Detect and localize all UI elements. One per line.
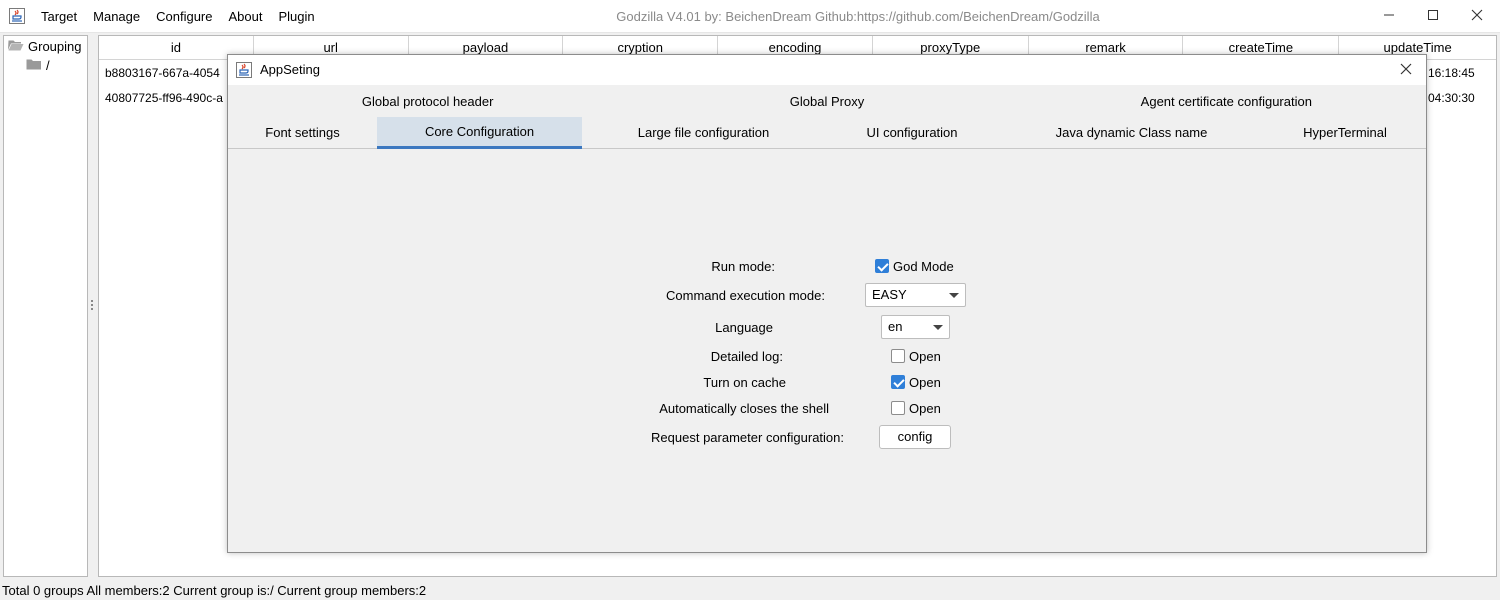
language-value: en xyxy=(888,319,903,334)
folder-icon xyxy=(26,58,42,73)
detailed-log-label: Detailed log: xyxy=(710,349,783,364)
command-execution-mode-select[interactable]: EASY xyxy=(865,283,966,307)
menu-configure[interactable]: Configure xyxy=(148,0,220,33)
close-icon xyxy=(1400,63,1412,78)
command-execution-mode-label: Command execution mode: xyxy=(666,288,825,303)
tab-row-1: Global protocol header Global Proxy Agen… xyxy=(228,86,1426,117)
tab-row-2: Font settings Core Configuration Large f… xyxy=(228,117,1426,149)
request-parameter-configuration-label: Request parameter configuration: xyxy=(651,430,844,445)
language-select[interactable]: en xyxy=(881,315,950,339)
tab-ui-configuration[interactable]: UI configuration xyxy=(825,117,999,149)
tab-agent-certificate-configuration[interactable]: Agent certificate configuration xyxy=(1027,86,1426,117)
chevron-down-icon xyxy=(949,293,959,298)
auto-close-shell-check-label: Open xyxy=(909,401,941,416)
menu-about[interactable]: About xyxy=(221,0,271,33)
panel-splitter[interactable] xyxy=(91,300,94,314)
run-mode-label: Run mode: xyxy=(711,259,775,274)
tab-font-settings[interactable]: Font settings xyxy=(228,117,377,149)
dialog-title: AppSeting xyxy=(260,62,320,77)
minimize-icon xyxy=(1383,9,1395,24)
java-cup-icon xyxy=(236,62,252,78)
detailed-log-checkbox[interactable] xyxy=(891,349,905,363)
config-button[interactable]: config xyxy=(879,425,951,449)
main-titlebar: Target Manage Configure About Plugin God… xyxy=(0,0,1500,33)
tree-child-root[interactable]: / xyxy=(26,58,50,73)
maximize-button[interactable] xyxy=(1410,0,1456,33)
command-execution-mode-value: EASY xyxy=(872,287,907,302)
tab-core-configuration[interactable]: Core Configuration xyxy=(377,117,582,149)
close-button[interactable] xyxy=(1454,0,1500,33)
minimize-button[interactable] xyxy=(1366,0,1412,33)
tab-hyperterminal[interactable]: HyperTerminal xyxy=(1264,117,1426,149)
status-bar: Total 0 groups All members:2 Current gro… xyxy=(2,583,427,598)
window-title: Godzilla V4.01 by: BeichenDream Github:h… xyxy=(616,9,1100,24)
folder-open-icon xyxy=(8,39,24,54)
group-tree: Grouping / xyxy=(3,35,88,577)
tree-child-label: / xyxy=(46,58,50,73)
dialog-close-button[interactable] xyxy=(1396,60,1416,80)
maximize-icon xyxy=(1427,9,1439,24)
run-mode-check-label: God Mode xyxy=(893,259,954,274)
dialog-titlebar: AppSeting xyxy=(228,55,1426,85)
language-label: Language xyxy=(715,320,773,335)
menu-plugin[interactable]: Plugin xyxy=(270,0,322,33)
detailed-log-check-label: Open xyxy=(909,349,941,364)
close-icon xyxy=(1471,9,1483,24)
tab-global-protocol-header[interactable]: Global protocol header xyxy=(228,86,627,117)
tree-root-grouping[interactable]: Grouping xyxy=(8,39,81,54)
turn-on-cache-check-label: Open xyxy=(909,375,941,390)
menu-target[interactable]: Target xyxy=(33,0,85,33)
tab-java-dynamic-class-name[interactable]: Java dynamic Class name xyxy=(999,117,1264,149)
tab-large-file-configuration[interactable]: Large file configuration xyxy=(582,117,825,149)
tree-root-label: Grouping xyxy=(28,39,82,54)
tab-global-proxy[interactable]: Global Proxy xyxy=(627,86,1026,117)
turn-on-cache-checkbox[interactable] xyxy=(891,375,905,389)
java-cup-icon xyxy=(9,8,25,24)
menu-bar: Target Manage Configure About Plugin xyxy=(33,0,323,33)
auto-close-shell-label: Automatically closes the shell xyxy=(659,401,829,416)
auto-close-shell-checkbox[interactable] xyxy=(891,401,905,415)
chevron-down-icon xyxy=(933,325,943,330)
turn-on-cache-label: Turn on cache xyxy=(703,375,786,390)
run-mode-checkbox[interactable] xyxy=(875,259,889,273)
menu-manage[interactable]: Manage xyxy=(85,0,148,33)
app-settings-dialog: AppSeting Global protocol header Global … xyxy=(227,54,1427,553)
